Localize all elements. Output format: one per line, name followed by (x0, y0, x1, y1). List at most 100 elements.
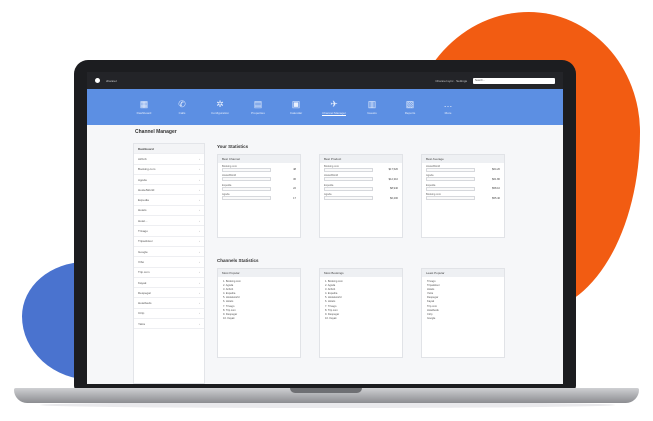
sidebar-item-label: Hotel... (138, 218, 148, 223)
sidebar-item[interactable]: Agoda › (134, 175, 204, 186)
stat-field[interactable] (426, 167, 475, 172)
sidebar-item-label: Dashboard (138, 146, 154, 151)
stat-card-title[interactable]: Best Average (422, 155, 504, 163)
stat-value: 22 (293, 187, 296, 190)
ranking-list: 1. Booking.com 2. Agoda 3. Airbnb 4. Expedi… (218, 277, 300, 324)
sidebar-item[interactable]: Trivago › (134, 226, 204, 237)
chevron-right-icon: › (199, 187, 200, 192)
nav-item-properties[interactable]: ▤ Properties (239, 89, 277, 125)
stat-field[interactable] (222, 196, 271, 200)
sidebar-item[interactable]: Airbnb › (134, 154, 204, 165)
more-icon: … (443, 99, 453, 109)
sidebar-item[interactable]: Ctrip › (134, 309, 204, 320)
building-icon: ▤ (253, 99, 263, 109)
sidebar-item-label: Hotelbeds (138, 301, 152, 306)
sidebar-item-label: Ctrip (138, 311, 145, 316)
stat-value: $17,520 (388, 168, 398, 171)
laptop-notch (290, 388, 362, 393)
sidebar-item-label: Google (138, 249, 148, 254)
chevron-right-icon: › (199, 321, 200, 326)
list-item: Google (427, 316, 436, 320)
nav-item-more[interactable]: … More (429, 89, 467, 125)
sidebar-item[interactable]: Kayak › (134, 278, 204, 289)
brand-name: channel (106, 78, 117, 83)
sidebar-item[interactable]: Hotel... › (134, 216, 204, 227)
stat-card: Best Channel Booking.com 48 HostelWorld 36 Ex… (217, 154, 301, 238)
sidebar-item[interactable]: Hotelbeds › (134, 298, 204, 309)
sidebar-item[interactable]: Google › (134, 247, 204, 258)
ranking-card-title[interactable]: Most Popular (218, 269, 300, 277)
channel-sidebar: Dashboard Airbnb › Booking.com › Agoda › Hostel… (133, 143, 205, 384)
sidebar-item-label: Vrbo (138, 259, 145, 264)
stat-value: $64.20 (492, 168, 500, 171)
nav-item-label: Dashboard (136, 111, 152, 115)
stat-value: 17 (293, 196, 296, 200)
ranking-card: Most Bookings 1. Booking.com 2. Agoda 3. Ai… (319, 268, 403, 358)
chevron-right-icon: › (199, 208, 200, 213)
stat-field[interactable] (222, 186, 271, 191)
stat-field[interactable] (324, 186, 373, 191)
logo-icon (95, 78, 100, 83)
chevron-right-icon: › (199, 167, 200, 172)
sidebar-item-label: Expedia (138, 198, 149, 203)
sidebar-item[interactable]: Expedia › (134, 195, 204, 206)
stat-row: $6,200 (320, 196, 402, 201)
nav-item-guests[interactable]: ▥ Guests (353, 89, 391, 125)
stat-field[interactable] (426, 196, 475, 200)
stat-field[interactable] (426, 177, 475, 181)
nav-item-channel-manager[interactable]: ✈ Channel Manager (315, 89, 353, 125)
stat-field[interactable] (324, 196, 373, 200)
nav-item-label: More (444, 111, 452, 115)
stat-row: $55.40 (422, 196, 504, 201)
sidebar-item[interactable]: Hotels › (134, 206, 204, 217)
sidebar-item-label: Agoda (138, 177, 147, 182)
sidebar-item-label: Kayak (138, 280, 147, 285)
guests-icon: ▥ (367, 99, 377, 109)
stat-field[interactable] (324, 167, 373, 172)
ranking-section-title: Channels Statistics (217, 258, 259, 263)
nav-item-calls[interactable]: ✆ Calls (163, 89, 201, 125)
sidebar-item-label: Trip.com (138, 270, 150, 275)
sidebar-item[interactable]: Trip.com › (134, 268, 204, 278)
sidebar-item-label: Despegar (138, 290, 152, 295)
sidebar-item[interactable]: Booking.com › (134, 165, 204, 175)
sidebar-item[interactable]: Despegar › (134, 288, 204, 299)
nav-item-label: Calls (178, 111, 186, 115)
stat-field[interactable] (426, 186, 475, 191)
nav-item-reports[interactable]: ▧ Reports (391, 89, 429, 125)
list-item: 10. Kayak (223, 316, 235, 320)
search-input[interactable]: Search... (473, 77, 555, 84)
stat-value: $61.80 (492, 177, 500, 181)
laptop-screen: channel Channel sync · Settings Search..… (87, 72, 563, 384)
chevron-right-icon: › (199, 229, 200, 234)
chevron-right-icon: › (199, 156, 200, 161)
sidebar-item-label: Airbnb (138, 156, 147, 161)
stat-field[interactable] (222, 167, 271, 172)
sidebar-item[interactable]: Yatra › (134, 319, 204, 330)
chevron-right-icon: › (199, 239, 200, 244)
chevron-right-icon: › (199, 259, 200, 264)
stat-value: 36 (293, 177, 296, 181)
stat-field[interactable] (222, 177, 271, 181)
chevron-right-icon: › (199, 198, 200, 203)
sidebar-item[interactable]: Tripadvisor › (134, 237, 204, 247)
nav-item-calendar[interactable]: ▣ Calendar (277, 89, 315, 125)
top-bar: channel Channel sync · Settings Search..… (87, 72, 563, 89)
ranking-card-title[interactable]: Most Bookings (320, 269, 402, 277)
sidebar-item-label: Yatra (138, 321, 145, 326)
nav-item-label: Channel Manager (322, 110, 346, 116)
ranking-card-title[interactable]: Least Popular (422, 269, 504, 277)
nav-item-dashboard[interactable]: ▦ Dashboard (125, 89, 163, 125)
gear-icon: ✲ (216, 99, 224, 109)
stat-card-title[interactable]: Best Channel (218, 155, 300, 163)
sidebar-item[interactable]: HostelWorld › (134, 185, 204, 196)
stat-value: $12,310 (388, 177, 398, 181)
top-links[interactable]: Channel sync · Settings (435, 79, 467, 83)
sidebar-item[interactable]: Dashboard (134, 144, 204, 155)
stat-card-title[interactable]: Best Product (320, 155, 402, 163)
sidebar-item-label: Tripadvisor (138, 239, 153, 244)
stat-field[interactable] (324, 177, 373, 181)
sidebar-item[interactable]: Vrbo › (134, 257, 204, 268)
nav-item-configuration[interactable]: ✲ Configuration (201, 89, 239, 125)
stat-value: $55.40 (492, 196, 500, 200)
